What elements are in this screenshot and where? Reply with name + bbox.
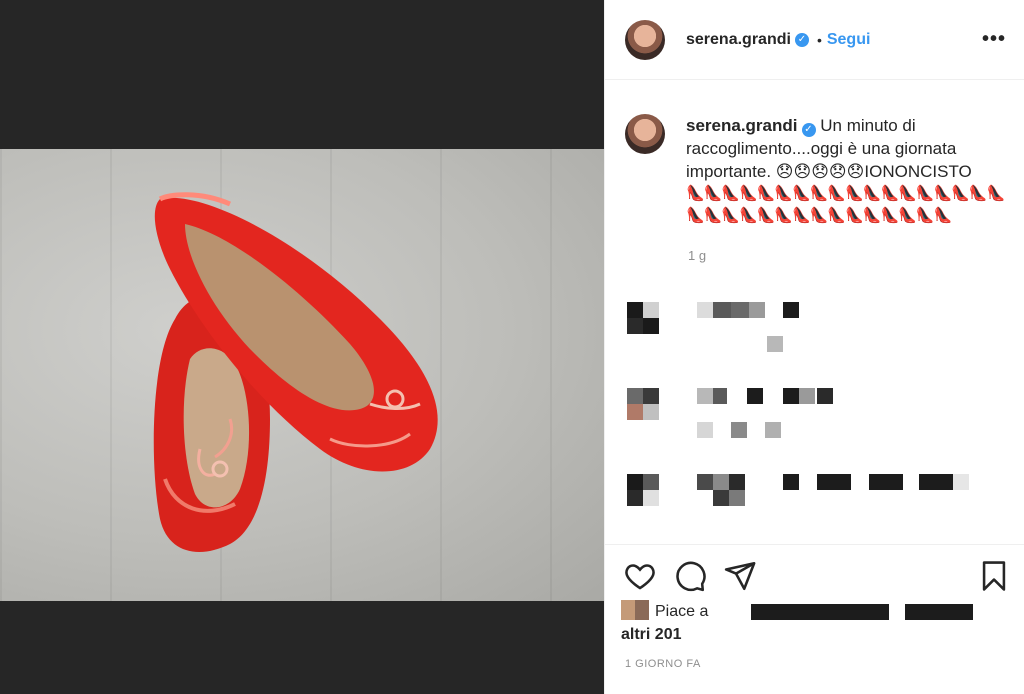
comment-text: [713, 302, 731, 318]
comment-text: [731, 422, 747, 438]
comment-text: [697, 302, 713, 318]
comment-text: [953, 474, 969, 490]
caption-avatar[interactable]: [625, 114, 665, 154]
comment-text: [713, 474, 729, 490]
red-ballet-flats-image: [153, 192, 438, 552]
likes-prefix: Piace a: [655, 603, 709, 620]
heart-icon: [625, 564, 655, 590]
comment-text: [817, 388, 833, 404]
caption-shoe-emojis: 👠👠👠👠👠👠👠👠👠👠👠👠👠👠👠👠👠👠👠👠👠👠👠👠👠👠👠👠👠👠👠👠👠: [686, 185, 1005, 224]
redacted-username: [905, 604, 973, 620]
comment-avatar: [643, 474, 659, 490]
follow-button[interactable]: Segui: [827, 31, 871, 49]
caption-time[interactable]: 1 g: [688, 248, 706, 263]
comment-avatar[interactable]: [627, 474, 643, 490]
username-link[interactable]: serena.grandi: [686, 31, 791, 49]
comment-button[interactable]: [673, 559, 707, 593]
comment-avatar: [643, 302, 659, 318]
comment-avatar: [643, 388, 659, 404]
comment-text: [783, 388, 799, 404]
comment-text: [749, 302, 765, 318]
liker-avatar[interactable]: [621, 600, 649, 620]
paper-plane-icon: [724, 561, 756, 591]
comment-avatar: [627, 404, 643, 420]
comment-avatar: [643, 318, 659, 334]
comment-text: [729, 490, 745, 506]
comment-avatar: [643, 490, 659, 506]
comment-text: [919, 474, 953, 490]
comment-text: [783, 474, 799, 490]
like-button[interactable]: [623, 559, 657, 593]
post-actions-section: Piace a e altri 201 1 GIORNO FA: [605, 544, 1024, 694]
comment-text: [729, 474, 745, 490]
post-date[interactable]: 1 GIORNO FA: [625, 658, 701, 670]
comment-avatar: [643, 404, 659, 420]
comment-text: [697, 474, 713, 490]
comment-icon: [676, 561, 706, 592]
post-caption: serena.grandi ✓ Un minuto di raccogliment…: [625, 114, 1010, 227]
verified-badge-icon: ✓: [794, 32, 809, 47]
bookmark-icon: [982, 561, 1006, 591]
comment-text: [869, 474, 903, 490]
comment-text: [697, 422, 713, 438]
redacted-username: [751, 604, 889, 620]
comment-text: [713, 490, 729, 506]
caption-username[interactable]: serena.grandi: [686, 116, 798, 135]
comment-text: [765, 422, 781, 438]
comment-text: [713, 388, 727, 404]
comment-avatar[interactable]: [627, 302, 643, 318]
comment-text: [767, 336, 783, 352]
caption-text-block: serena.grandi ✓ Un minuto di raccogliment…: [686, 114, 1010, 227]
comment-item: [625, 300, 1005, 352]
comment-avatar[interactable]: [627, 388, 643, 404]
comment-text: [799, 388, 815, 404]
comment-text: [747, 388, 763, 404]
post-photo[interactable]: [0, 149, 604, 601]
media-area: [0, 0, 604, 694]
avatar[interactable]: [625, 19, 665, 60]
more-icon[interactable]: •••: [982, 28, 1006, 51]
comment-avatar: [627, 318, 643, 334]
separator-dot: •: [816, 31, 822, 48]
post-side-panel: serena.grandi ✓ • Segui ••• serena.grand…: [604, 0, 1024, 694]
comment-item: [625, 388, 1005, 438]
comment-text: [697, 388, 713, 404]
save-button[interactable]: [977, 559, 1011, 593]
verified-badge-icon: ✓: [801, 123, 816, 137]
comment-text: [783, 302, 799, 318]
share-button[interactable]: [723, 559, 757, 593]
comment-avatar: [627, 490, 643, 506]
post-header: serena.grandi ✓ • Segui •••: [605, 0, 1024, 80]
likes-more-link[interactable]: altri 201: [621, 626, 681, 643]
comment-text: [817, 474, 851, 490]
comment-text: [731, 302, 749, 318]
comment-item: [625, 474, 1005, 514]
